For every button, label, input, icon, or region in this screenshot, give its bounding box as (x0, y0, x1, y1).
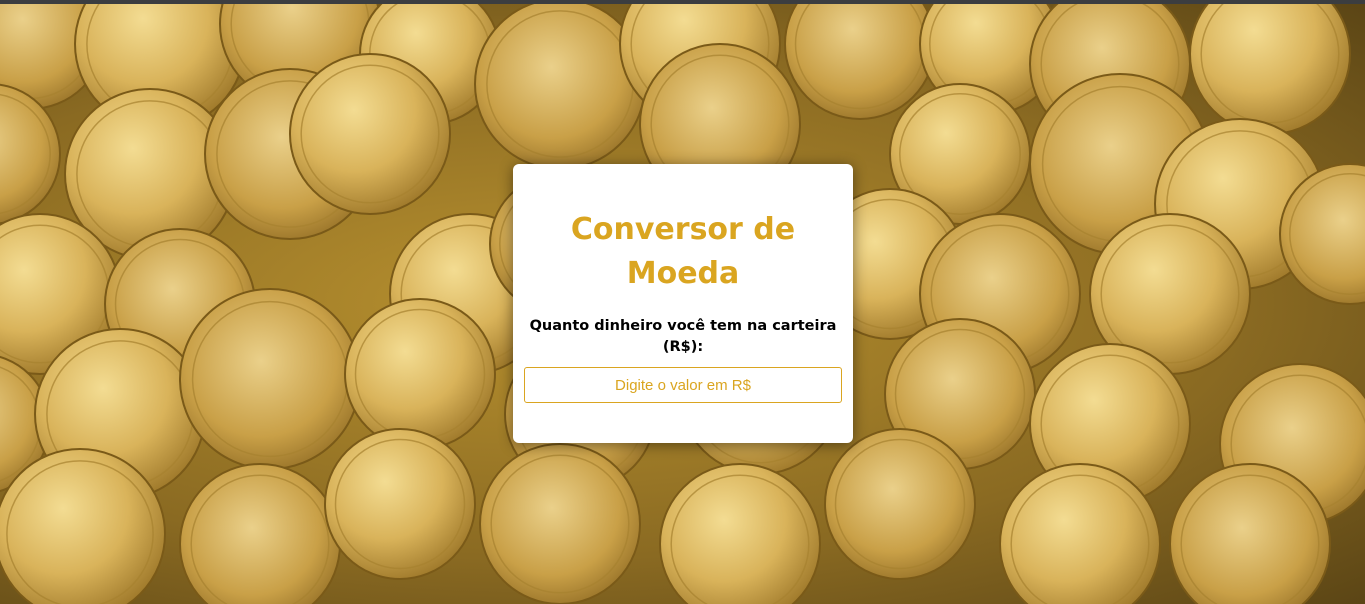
coin-shape (479, 443, 641, 604)
page-title: Conversor de Moeda (570, 212, 796, 291)
coin-shape (1189, 4, 1351, 135)
coin-shape (344, 298, 496, 450)
coin-shape (289, 53, 451, 215)
browser-top-strip (0, 0, 1365, 4)
amount-input[interactable] (524, 367, 842, 403)
amount-label: Quanto dinheiro você tem na carteira (R$… (529, 318, 837, 355)
coin-shape (824, 428, 976, 580)
converter-card: Conversor de Moeda Quanto dinheiro você … (513, 164, 853, 443)
coin-shape (324, 428, 476, 580)
coin-shape (474, 4, 646, 170)
coin-shape (179, 288, 361, 470)
